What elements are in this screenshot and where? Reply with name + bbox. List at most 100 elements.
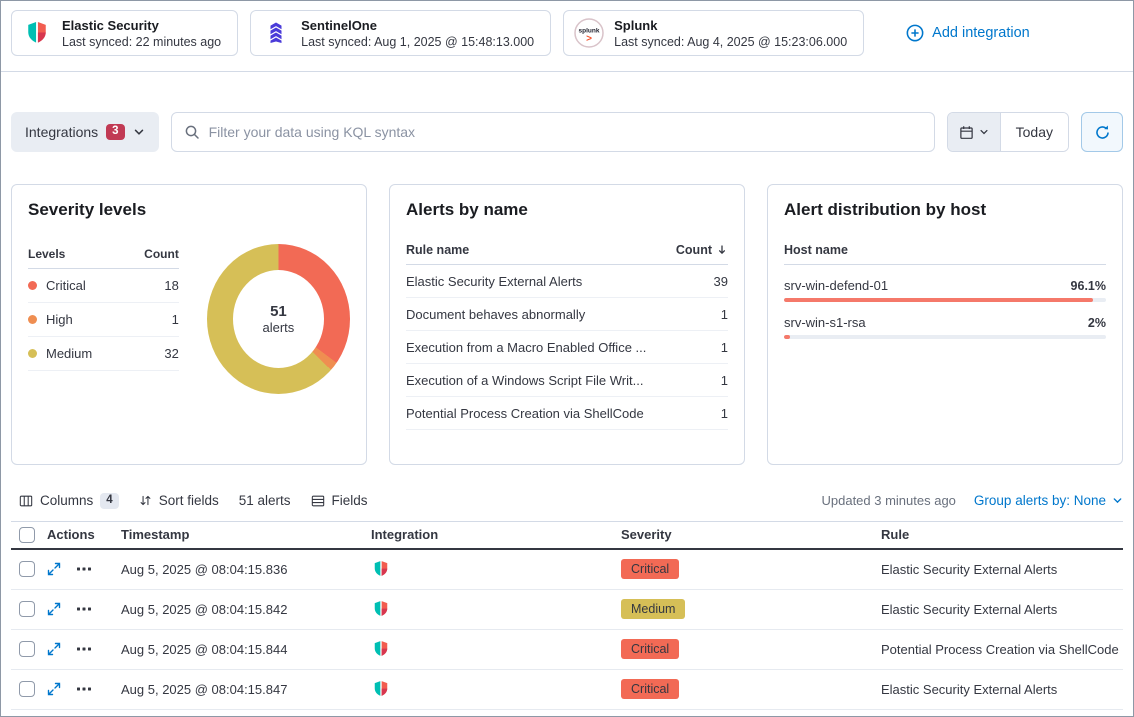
more-actions-button[interactable] [77,647,91,651]
integrations-count-badge: 3 [106,124,124,140]
host-bar-track [784,335,1106,339]
splunk-logo-icon: splunk > [574,18,604,48]
circle-plus-icon [906,24,924,42]
severity-table: Levels Count Critical 18 High 1 [28,240,179,371]
column-header-timestamp[interactable]: Timestamp [121,527,371,542]
expand-alert-button[interactable] [47,602,61,616]
alert-row[interactable]: Aug 5, 2025 @ 08:04:15.847 Critical Elas… [11,670,1123,710]
expand-icon [47,642,61,656]
rule-count: 1 [721,406,728,421]
severity-row-high[interactable]: High 1 [28,303,179,337]
integration-name: SentinelOne [301,18,534,33]
filter-bar: Integrations 3 [11,112,1123,152]
more-actions-icon [77,607,91,611]
host-row[interactable]: srv-win-defend-01 96.1% [784,278,1106,302]
search-icon [184,124,200,140]
expand-alert-button[interactable] [47,642,61,656]
select-all-checkbox[interactable] [19,527,35,543]
more-actions-button[interactable] [77,607,91,611]
sort-fields-button[interactable]: Sort fields [139,493,219,508]
alert-name-row[interactable]: Potential Process Creation via ShellCode… [406,397,728,430]
integration-card-elastic-security[interactable]: Elastic Security Last synced: 22 minutes… [11,10,238,56]
rule-name-column-header: Rule name [406,243,469,257]
add-integration-button[interactable]: Add integration [906,24,1030,42]
integration-card-sentinelone[interactable]: SentinelOne Last synced: Aug 1, 2025 @ 1… [250,10,551,56]
row-checkbox[interactable] [19,641,35,657]
refresh-button[interactable] [1081,112,1123,152]
severity-row-medium[interactable]: Medium 32 [28,337,179,371]
svg-text:>: > [586,34,592,45]
columns-button[interactable]: Columns 4 [19,493,119,509]
rule-name: Execution of a Windows Script File Writ.… [406,373,653,388]
expand-alert-button[interactable] [47,682,61,696]
severity-label: Medium [46,346,92,361]
alert-row[interactable]: Aug 5, 2025 @ 08:04:15.844 Critical Pote… [11,630,1123,670]
integrations-topbar: Elastic Security Last synced: 22 minutes… [1,1,1133,72]
row-checkbox[interactable] [19,601,35,617]
donut-total-value: 51 [270,303,287,320]
integration-last-synced: Last synced: Aug 4, 2025 @ 15:23:06.000 [614,35,847,49]
fields-label: Fields [332,493,368,508]
sort-fields-icon [139,494,152,507]
column-header-actions[interactable]: Actions [47,527,121,542]
severity-badge: Medium [621,599,685,619]
integrations-filter-button[interactable]: Integrations 3 [11,112,159,152]
expand-icon [47,682,61,696]
column-header-integration[interactable]: Integration [371,527,621,542]
host-bar-fill [784,335,790,339]
alert-rule: Elastic Security External Alerts [881,682,1123,697]
integration-name: Splunk [614,18,847,33]
group-alerts-by-button[interactable]: Group alerts by: None [974,493,1123,508]
alert-row[interactable]: Aug 5, 2025 @ 08:04:15.842 Medium Elasti… [11,590,1123,630]
more-actions-button[interactable] [77,687,91,691]
refresh-icon [1094,124,1111,141]
alerts-by-name-panel: Alerts by name Rule name Count Elastic S… [389,184,745,465]
count-column-header[interactable]: Count [676,243,728,257]
alert-name-row[interactable]: Elastic Security External Alerts 39 [406,265,728,298]
host-bar-fill [784,298,1093,302]
host-row[interactable]: srv-win-s1-rsa 2% [784,315,1106,339]
severity-row-critical[interactable]: Critical 18 [28,269,179,303]
rule-count: 1 [721,307,728,322]
expand-alert-button[interactable] [47,562,61,576]
column-header-rule[interactable]: Rule [881,527,1123,542]
add-integration-label: Add integration [932,25,1030,41]
alerts-table-header: Actions Timestamp Integration Severity R… [11,521,1123,550]
severity-badge: Critical [621,679,679,699]
row-checkbox[interactable] [19,681,35,697]
calendar-icon [959,125,974,140]
integration-icon-elastic [371,679,621,699]
alert-name-row[interactable]: Execution from a Macro Enabled Office ..… [406,331,728,364]
column-header-severity[interactable]: Severity [621,527,881,542]
host-name: srv-win-s1-rsa [784,315,866,330]
integration-icon-elastic [371,639,621,659]
alert-row[interactable]: Aug 5, 2025 @ 08:04:15.836 Critical Elas… [11,550,1123,590]
more-actions-button[interactable] [77,567,91,571]
severity-dot [28,281,37,290]
severity-label: High [46,312,73,327]
updated-timestamp: Updated 3 minutes ago [821,493,955,508]
rule-count: 1 [721,373,728,388]
security-alerts-dashboard: Elastic Security Last synced: 22 minutes… [0,0,1134,717]
host-name-column-header: Host name [784,236,1106,265]
kql-search-input[interactable] [209,124,922,140]
fields-button[interactable]: Fields [311,493,368,508]
severity-levels-panel: Severity levels Levels Count Critical 18… [11,184,367,465]
alert-rule: Potential Process Creation via ShellCode [881,642,1123,657]
alert-name-row[interactable]: Execution of a Windows Script File Writ.… [406,364,728,397]
rule-name: Elastic Security External Alerts [406,274,592,289]
integration-card-splunk[interactable]: splunk > Splunk Last synced: Aug 4, 2025… [563,10,864,56]
elastic-security-logo-icon [22,18,52,48]
host-bar-track [784,298,1106,302]
today-button[interactable]: Today [1001,113,1068,151]
alert-name-row[interactable]: Document behaves abnormally 1 [406,298,728,331]
sort-fields-label: Sort fields [159,493,219,508]
date-picker-button[interactable] [948,113,1001,151]
row-checkbox[interactable] [19,561,35,577]
chevron-down-icon [133,126,145,138]
donut-total-label: alerts [263,320,295,335]
host-percent: 96.1% [1071,279,1106,293]
alert-timestamp: Aug 5, 2025 @ 08:04:15.842 [121,602,371,617]
expand-icon [47,602,61,616]
severity-dot [28,349,37,358]
